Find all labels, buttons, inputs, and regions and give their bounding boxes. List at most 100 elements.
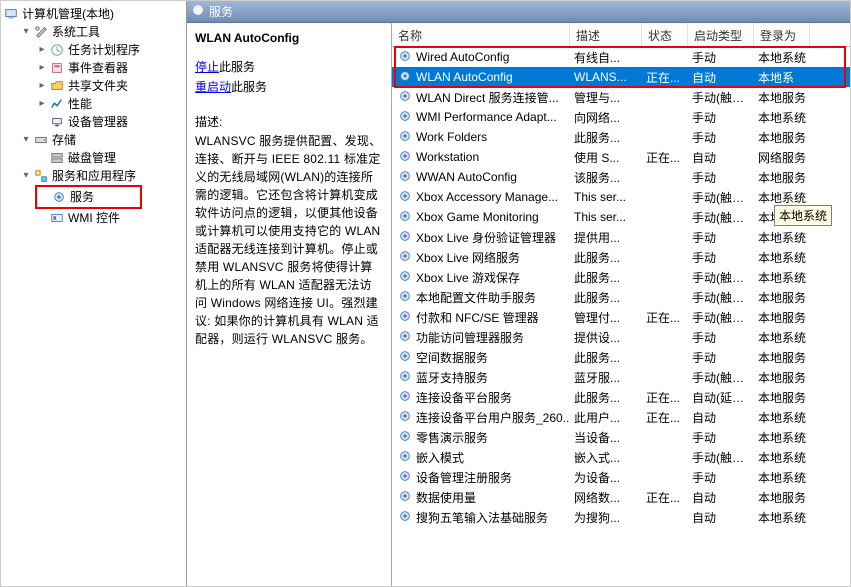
service-name-cell: Work Folders: [416, 130, 487, 144]
service-name-cell: 设备管理注册服务: [416, 469, 512, 486]
gear-icon: [398, 489, 412, 506]
service-logon-cell: 网络服务: [754, 149, 810, 166]
service-row[interactable]: 数据使用量网络数...正在...自动本地服务: [392, 487, 850, 507]
expand-icon[interactable]: ▸: [35, 41, 49, 59]
service-name-cell: 付款和 NFC/SE 管理器: [416, 309, 539, 326]
collapse-icon[interactable]: ▾: [19, 131, 33, 149]
service-row[interactable]: WWAN AutoConfig该服务...手动本地服务: [392, 167, 850, 187]
tree-event-viewer[interactable]: ▸ 事件查看器: [35, 59, 186, 77]
service-row[interactable]: 蓝牙支持服务蓝牙服...手动(触发...本地服务: [392, 367, 850, 387]
col-logon[interactable]: 登录为: [754, 23, 810, 46]
service-logon-cell: 本地系统: [754, 329, 810, 346]
service-logon-cell: 本地系统: [754, 269, 810, 286]
computer-icon: [3, 6, 19, 22]
tree-root[interactable]: 计算机管理(本地): [3, 5, 186, 23]
service-row[interactable]: Xbox Live 身份验证管理器提供用...手动本地系统: [392, 227, 850, 247]
tree-label: 系统工具: [52, 23, 100, 41]
tree-label: 事件查看器: [68, 59, 128, 77]
service-desc-cell: 该服务...: [570, 169, 642, 186]
gear-icon: [398, 269, 412, 286]
service-status-cell: 正在...: [642, 409, 688, 426]
service-name-cell: WLAN Direct 服务连接管...: [416, 89, 559, 106]
service-desc-cell: 管理与...: [570, 89, 642, 106]
stop-service-link[interactable]: 停止: [195, 60, 219, 74]
service-name-cell: 零售演示服务: [416, 429, 488, 446]
service-logon-cell: 本地系: [754, 69, 810, 86]
expand-icon[interactable]: ▸: [35, 77, 49, 95]
service-name-cell: 本地配置文件助手服务: [416, 289, 536, 306]
service-desc-cell: 使用 S...: [570, 149, 642, 166]
col-start[interactable]: 启动类型: [688, 23, 754, 46]
tree-storage[interactable]: ▾ 存储: [19, 131, 186, 149]
service-row[interactable]: 零售演示服务当设备...手动本地系统: [392, 427, 850, 447]
service-row[interactable]: WMI Performance Adapt...向网络...手动本地系统: [392, 107, 850, 127]
tree-device-manager[interactable]: 设备管理器: [35, 113, 186, 131]
service-start-cell: 自动: [688, 489, 754, 506]
service-row[interactable]: Xbox Live 网络服务此服务...手动本地系统: [392, 247, 850, 267]
col-status[interactable]: 状态: [642, 23, 688, 46]
service-row[interactable]: 付款和 NFC/SE 管理器管理付...正在...手动(触发...本地服务: [392, 307, 850, 327]
services-list[interactable]: 名称 描述 状态 启动类型 登录为 Wired AutoConfig有线自...…: [392, 23, 850, 586]
service-name-cell: 数据使用量: [416, 489, 476, 506]
service-row[interactable]: Workstation使用 S...正在...自动网络服务: [392, 147, 850, 167]
gear-icon: [398, 209, 412, 226]
tree-task-scheduler[interactable]: ▸ 任务计划程序: [35, 41, 186, 59]
performance-icon: [49, 96, 65, 112]
tree-label: 共享文件夹: [68, 77, 128, 95]
service-rows[interactable]: Wired AutoConfig有线自...手动本地系统WLAN AutoCon…: [392, 47, 850, 586]
restart-service-link[interactable]: 重启动: [195, 80, 231, 94]
service-logon-cell: 本地系统: [754, 449, 810, 466]
service-name-cell: Xbox Live 身份验证管理器: [416, 229, 556, 246]
tree-performance[interactable]: ▸ 性能: [35, 95, 186, 113]
service-row[interactable]: 连接设备平台用户服务_260...此用户...正在...自动本地系统: [392, 407, 850, 427]
gear-icon: [398, 69, 412, 86]
gear-icon: [398, 429, 412, 446]
expand-icon[interactable]: ▸: [35, 59, 49, 77]
tree-label: WMI 控件: [68, 209, 120, 227]
service-start-cell: 手动: [688, 229, 754, 246]
service-desc-cell: 提供设...: [570, 329, 642, 346]
service-start-cell: 手动(触发...: [688, 89, 754, 106]
service-row[interactable]: WLAN AutoConfigWLANS...正在...自动本地系: [392, 67, 850, 87]
gear-icon: [398, 189, 412, 206]
service-start-cell: 手动(触发...: [688, 449, 754, 466]
service-row[interactable]: 功能访问管理器服务提供设...手动本地系统: [392, 327, 850, 347]
highlight-box: 服务: [35, 185, 142, 209]
service-row[interactable]: Wired AutoConfig有线自...手动本地系统: [392, 47, 850, 67]
service-logon-cell: 本地系统: [754, 249, 810, 266]
service-row[interactable]: 空间数据服务此服务...手动本地服务: [392, 347, 850, 367]
service-row[interactable]: Xbox Accessory Manage...This ser...手动(触发…: [392, 187, 850, 207]
service-row[interactable]: Work Folders此服务...手动本地服务: [392, 127, 850, 147]
service-row[interactable]: 设备管理注册服务为设备...手动本地系统: [392, 467, 850, 487]
col-desc[interactable]: 描述: [570, 23, 642, 46]
service-row[interactable]: 嵌入模式嵌入式...手动(触发...本地系统: [392, 447, 850, 467]
service-desc-cell: 嵌入式...: [570, 449, 642, 466]
tree-services[interactable]: 服务: [37, 188, 94, 206]
tree-services-apps[interactable]: ▾ 服务和应用程序: [19, 167, 186, 185]
navigation-tree[interactable]: 计算机管理(本地) ▾ 系统工具 ▸ 任务计划程序 ▸: [1, 1, 187, 586]
service-name-cell: Xbox Accessory Manage...: [416, 190, 558, 204]
column-headers[interactable]: 名称 描述 状态 启动类型 登录为: [392, 23, 850, 47]
tree-shared-folders[interactable]: ▸ 共享文件夹: [35, 77, 186, 95]
gear-icon: [398, 109, 412, 126]
tree-system-tools[interactable]: ▾ 系统工具: [19, 23, 186, 41]
service-logon-cell: 本地系统: [754, 509, 810, 526]
gear-icon: [398, 369, 412, 386]
service-row[interactable]: 连接设备平台服务此服务...正在...自动(延迟...本地服务: [392, 387, 850, 407]
service-row[interactable]: Xbox Live 游戏保存此服务...手动(触发...本地系统: [392, 267, 850, 287]
service-row[interactable]: 搜狗五笔输入法基础服务为搜狗...自动本地系统: [392, 507, 850, 527]
expand-icon[interactable]: ▸: [35, 95, 49, 113]
service-start-cell: 自动: [688, 69, 754, 86]
service-row[interactable]: 本地配置文件助手服务此服务...手动(触发...本地服务: [392, 287, 850, 307]
service-name-cell: 功能访问管理器服务: [416, 329, 524, 346]
tree-wmi-control[interactable]: WMI 控件: [35, 209, 186, 227]
service-row[interactable]: WLAN Direct 服务连接管...管理与...手动(触发...本地服务: [392, 87, 850, 107]
collapse-icon[interactable]: ▾: [19, 23, 33, 41]
service-desc-cell: 为设备...: [570, 469, 642, 486]
col-name[interactable]: 名称: [392, 23, 570, 46]
service-start-cell: 手动(触发...: [688, 269, 754, 286]
gear-icon: [398, 449, 412, 466]
gear-icon: [398, 349, 412, 366]
tree-disk-management[interactable]: 磁盘管理: [35, 149, 186, 167]
collapse-icon[interactable]: ▾: [19, 167, 33, 185]
